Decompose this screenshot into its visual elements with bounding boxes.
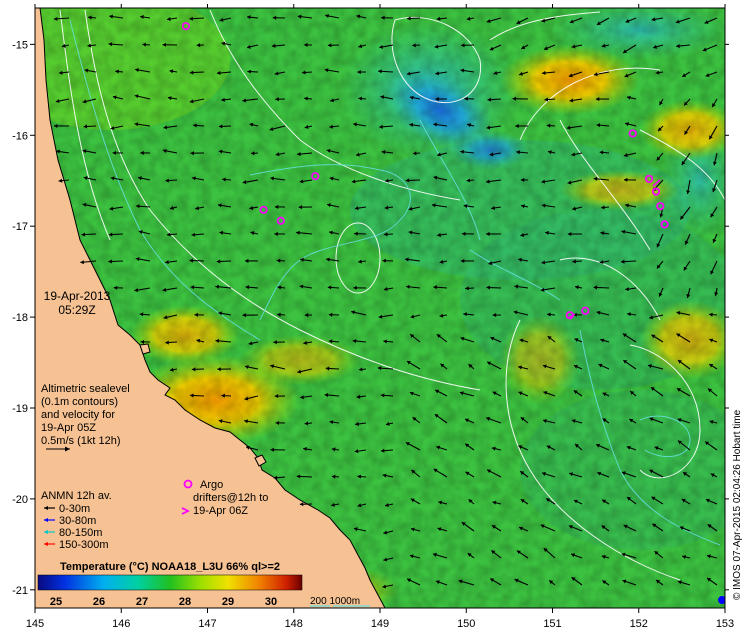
anmn-legend-label: 150-300m — [59, 539, 109, 551]
y-tick-label: -16 — [12, 130, 28, 142]
y-tick-label: -17 — [12, 221, 28, 233]
svg-text:Argo: Argo — [200, 479, 223, 491]
colorbar-tick-label: 28 — [179, 596, 191, 608]
colorbar-tick-label: 30 — [265, 596, 277, 608]
colorbar-tick-label: 25 — [50, 596, 62, 608]
y-tick-label: -20 — [12, 494, 28, 506]
x-tick-label: 147 — [198, 618, 216, 630]
x-tick-label: 148 — [285, 618, 303, 630]
colorbar-title: Temperature (°C) NOAA18_L3U 66% ql>=2 — [60, 561, 280, 573]
svg-text:ANMN 12h av.: ANMN 12h av. — [41, 490, 112, 502]
colorbar-tick-label: 26 — [93, 596, 105, 608]
x-tick-label: 153 — [716, 618, 734, 630]
credit-text: © IMOS 07-Apr-2015 02:04:26 Hobart time — [732, 409, 743, 600]
svg-text:19-Apr 05Z: 19-Apr 05Z — [41, 422, 96, 434]
anmn-legend-label: 80-150m — [59, 527, 102, 539]
colorbar-gradient — [37, 574, 303, 591]
x-tick-label: 149 — [371, 618, 389, 630]
svg-text:200 1000m: 200 1000m — [310, 596, 360, 607]
svg-text:Altimetric sealevel: Altimetric sealevel — [41, 383, 130, 395]
y-tick-label: -21 — [12, 585, 28, 597]
y-tick-label: -15 — [12, 39, 28, 51]
x-tick-label: 145 — [26, 618, 44, 630]
timestamp-time: 05:29Z — [58, 303, 95, 317]
y-tick-label: -18 — [12, 312, 28, 324]
svg-text:0.5m/s (1kt 12h): 0.5m/s (1kt 12h) — [41, 435, 120, 447]
x-tick-label: 152 — [630, 618, 648, 630]
svg-text:19-Apr 06Z: 19-Apr 06Z — [193, 505, 248, 517]
sst-map: 145 146 147 148 149 150 151 152 153 -15 -16 -17 -18… — [12, 4, 743, 630]
colorbar-tick-label: 27 — [136, 596, 148, 608]
timestamp-date: 19-Apr-2013 — [44, 289, 111, 303]
colorbar-tick-label: 29 — [222, 596, 234, 608]
anmn-legend-label: 0-30m — [59, 503, 90, 515]
x-tick-label: 150 — [457, 618, 475, 630]
svg-text:and velocity for: and velocity for — [41, 409, 115, 421]
x-tick-label: 151 — [543, 618, 561, 630]
plot-area — [35, 8, 725, 608]
svg-text:drifters@12h to: drifters@12h to — [193, 492, 268, 504]
svg-text:(0.1m contours): (0.1m contours) — [41, 396, 118, 408]
anmn-legend-label: 30-80m — [59, 515, 96, 527]
y-tick-label: -19 — [12, 403, 28, 415]
x-tick-label: 146 — [112, 618, 130, 630]
